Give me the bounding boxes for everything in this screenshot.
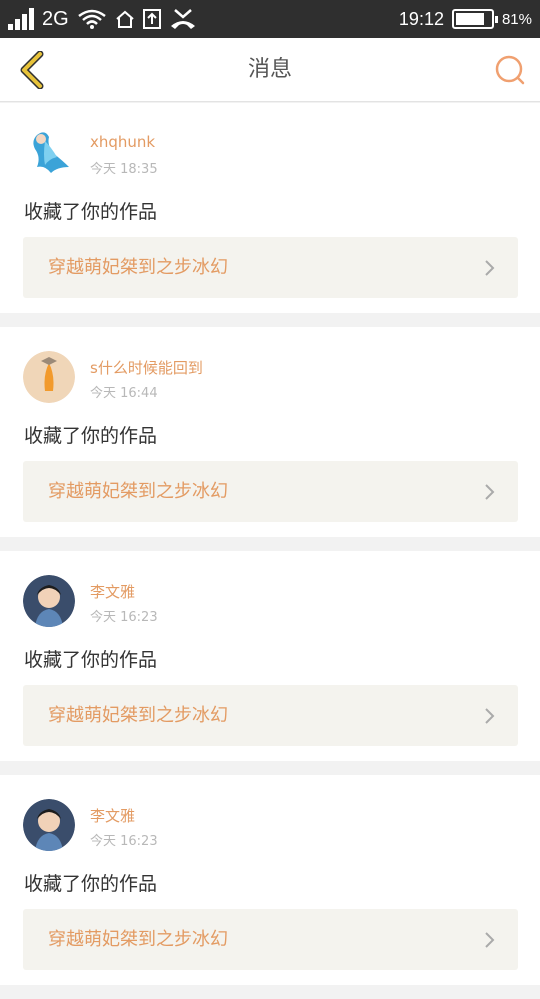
work-link[interactable]: 穿越萌妃桀到之步冰幻 [23,461,518,522]
avatar[interactable] [23,799,75,851]
chevron-right-icon [485,484,495,500]
work-link[interactable]: 穿越萌妃桀到之步冰幻 [23,237,518,298]
work-title: 穿越萌妃桀到之步冰幻 [48,705,228,726]
work-link[interactable]: 穿越萌妃桀到之步冰幻 [23,909,518,970]
chevron-right-icon [485,932,495,948]
message-card: 李文雅 今天 16:23 收藏了你的作品 穿越萌妃桀到之步冰幻 [0,775,540,985]
chevron-right-icon [485,260,495,276]
action-text: 收藏了你的作品 [24,873,158,895]
search-icon [495,55,525,85]
page-title: 消息 [247,57,292,82]
app-header: 消息 [0,38,540,102]
message-list: xhqhunk 今天 18:35 收藏了你的作品 穿越萌妃桀到之步冰幻 s什么时… [0,103,540,999]
action-text: 收藏了你的作品 [24,649,158,671]
avatar[interactable] [23,351,75,403]
user-name[interactable]: s什么时候能回到 [90,357,203,378]
home-icon [115,9,135,29]
chevron-right-icon [485,708,495,724]
user-name[interactable]: xhqhunk [90,133,155,151]
user-name[interactable]: 李文雅 [90,805,135,826]
search-button[interactable] [492,52,528,88]
upload-icon [142,9,161,29]
timestamp: 今天 16:44 [90,386,158,401]
status-bar: 2G 19:12 81% [0,0,540,38]
network-type: 2G [42,7,69,30]
missed-call-icon [169,8,197,30]
message-card: 李文雅 今天 16:23 收藏了你的作品 穿越萌妃桀到之步冰幻 [0,551,540,761]
message-card: xhqhunk 今天 18:35 收藏了你的作品 穿越萌妃桀到之步冰幻 [0,103,540,313]
work-title: 穿越萌妃桀到之步冰幻 [48,929,228,950]
battery-icon [451,9,498,29]
clock: 19:12 [398,8,444,29]
action-text: 收藏了你的作品 [24,425,158,447]
timestamp: 今天 16:23 [90,610,158,625]
avatar[interactable] [23,575,75,627]
timestamp: 今天 18:35 [90,162,158,177]
work-title: 穿越萌妃桀到之步冰幻 [48,257,228,278]
battery-percent: 81% [501,10,532,28]
action-text: 收藏了你的作品 [24,201,158,223]
message-card: s什么时候能回到 今天 16:44 收藏了你的作品 穿越萌妃桀到之步冰幻 [0,327,540,537]
avatar[interactable] [23,127,75,179]
timestamp: 今天 16:23 [90,834,158,849]
work-link[interactable]: 穿越萌妃桀到之步冰幻 [23,685,518,746]
wifi-icon [77,8,107,30]
user-name[interactable]: 李文雅 [90,581,135,602]
work-title: 穿越萌妃桀到之步冰幻 [48,481,228,502]
signal-strength-icon [8,8,34,30]
